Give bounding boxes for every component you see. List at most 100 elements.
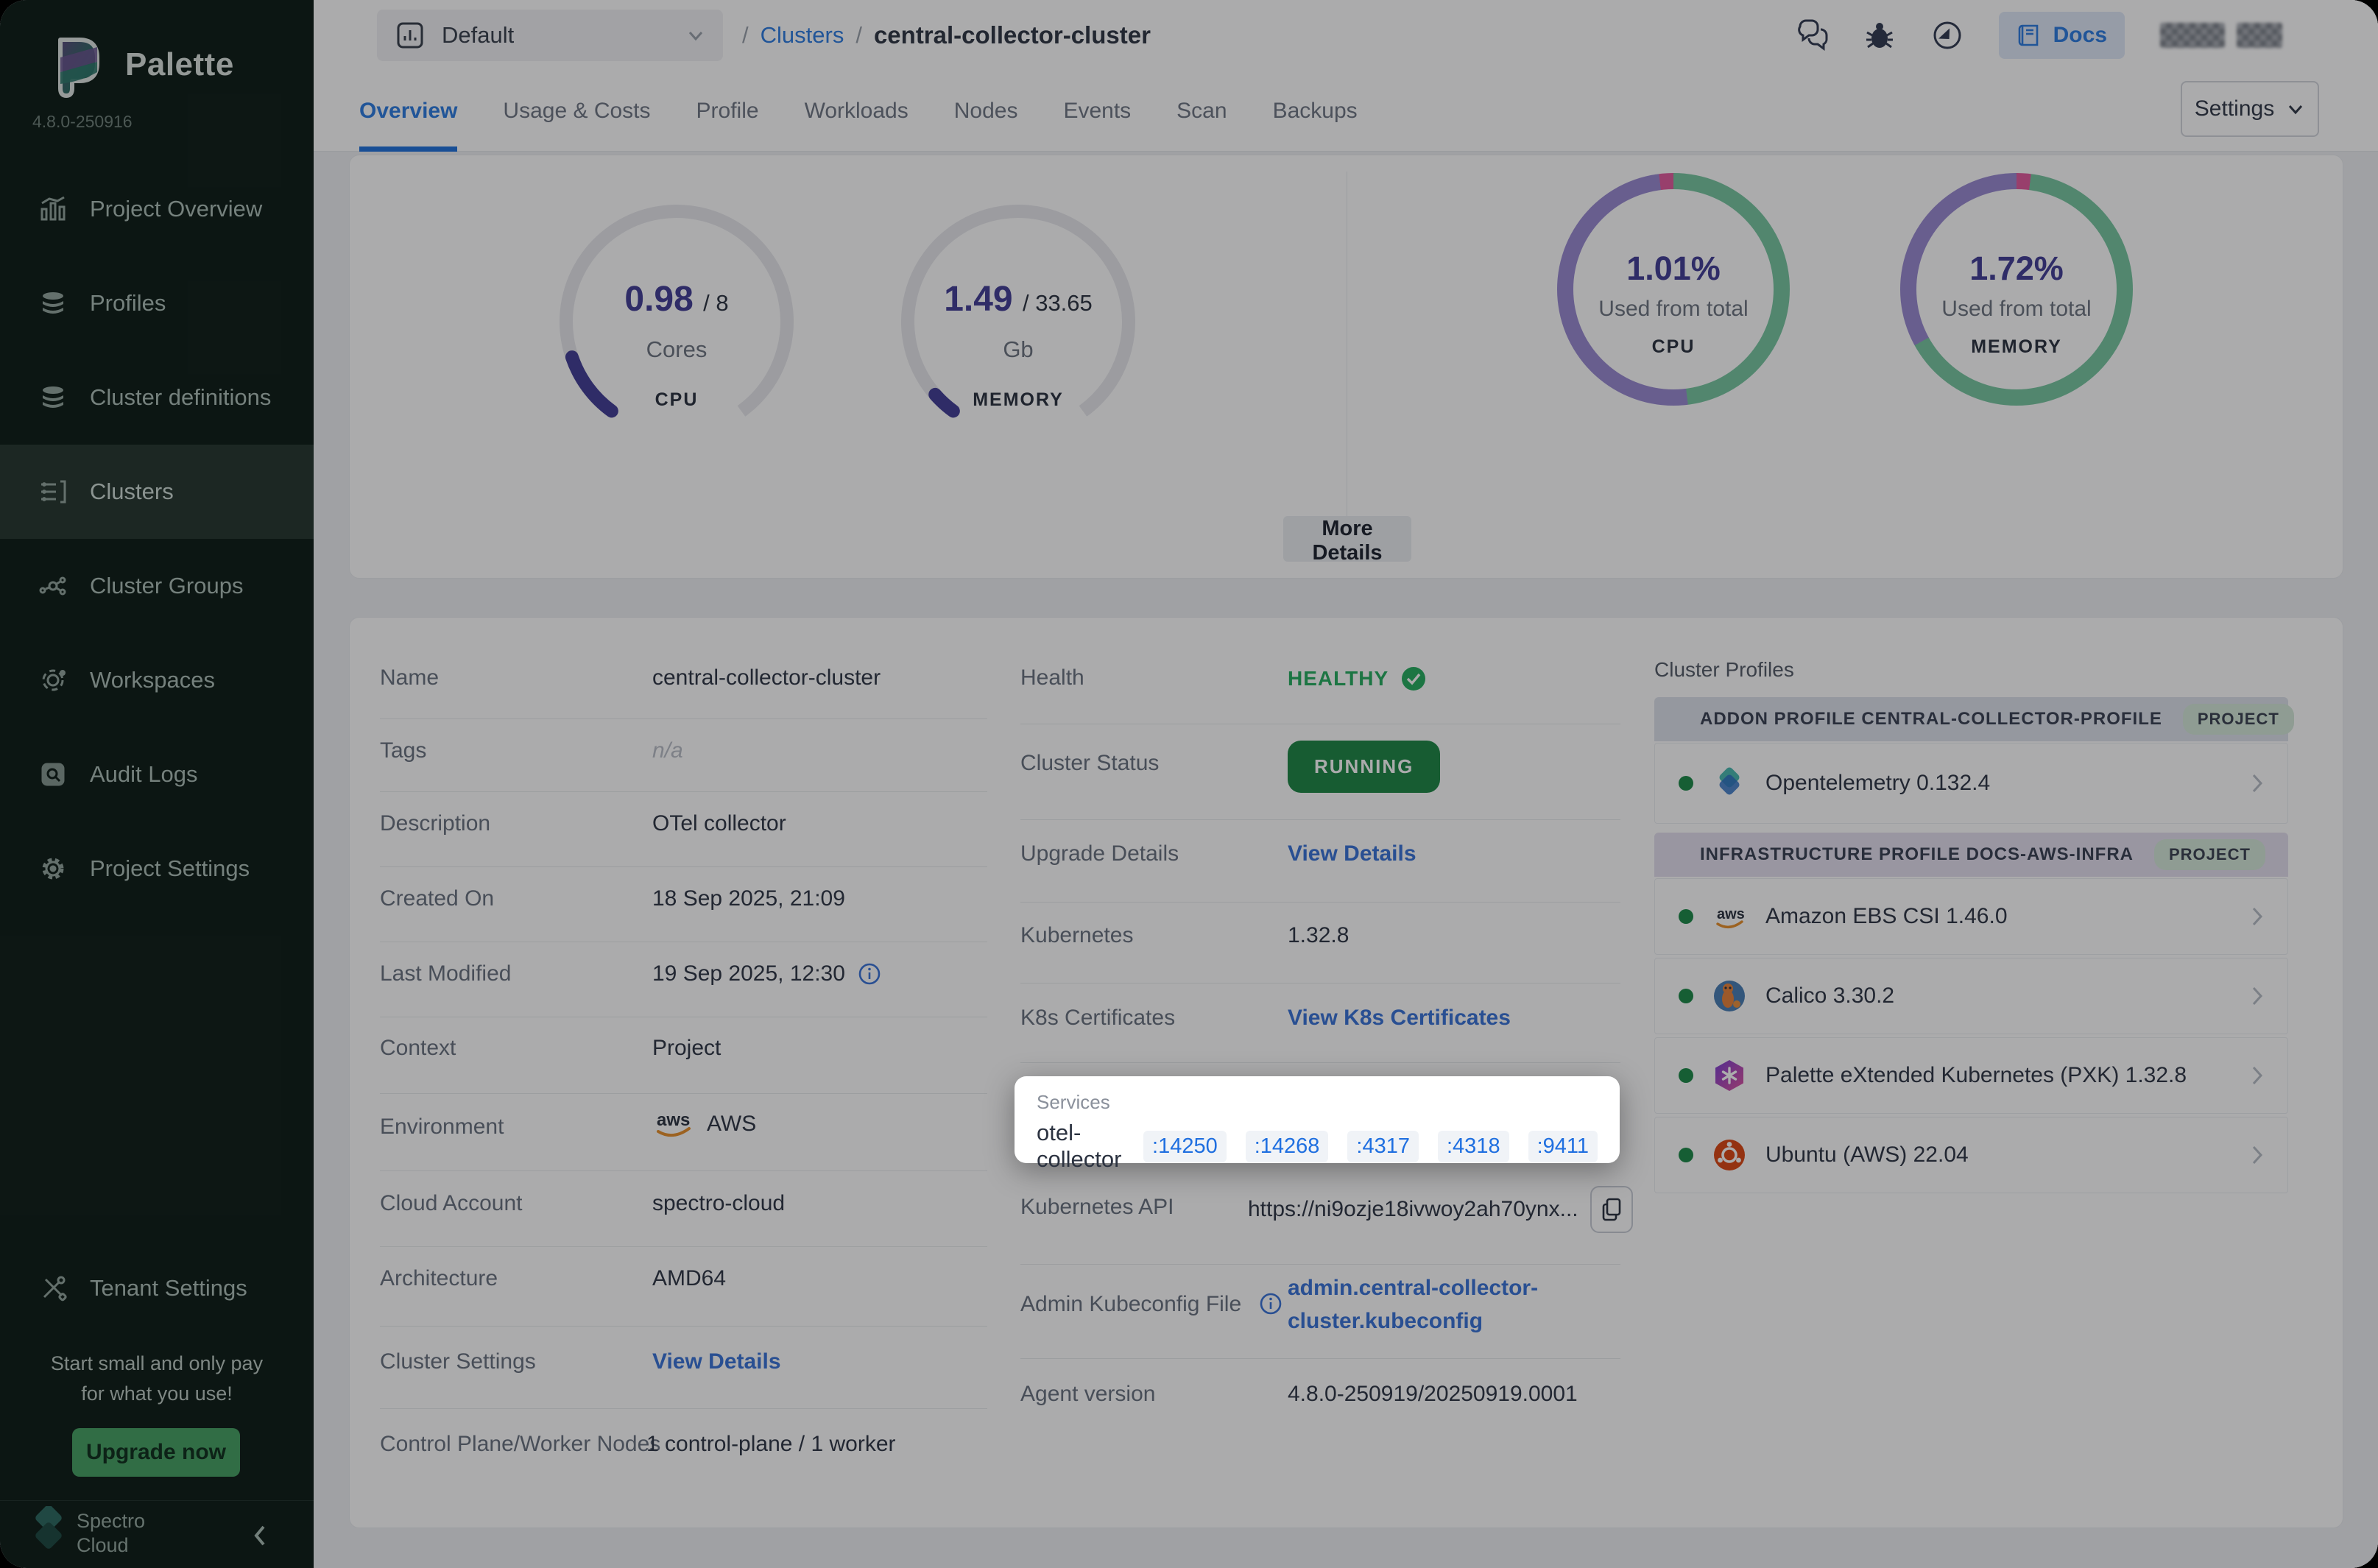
sidebar-item-label: Clusters [90, 478, 174, 505]
infrastructure-profile-header[interactable]: INFRASTRUCTURE PROFILE DOCS-AWS-INFRA PR… [1654, 833, 2288, 877]
cluster-groups-icon [38, 571, 68, 601]
brand-name: Palette [125, 46, 234, 83]
description-value: OTel collector [652, 811, 786, 836]
architecture-label: Architecture [380, 1266, 498, 1291]
sidebar-item-project-overview[interactable]: Project Overview [0, 162, 314, 256]
docs-button[interactable]: Docs [1999, 12, 2125, 59]
memory-unit: Gb [893, 336, 1143, 363]
sidebar-item-workspaces[interactable]: Workspaces [0, 633, 314, 727]
breadcrumb-current: central-collector-cluster [874, 21, 1151, 49]
tab-scan[interactable]: Scan [1176, 71, 1227, 152]
upgrade-view-details-link[interactable]: View Details [1288, 841, 1416, 866]
sidebar-item-cluster-groups[interactable]: Cluster Groups [0, 539, 314, 633]
sidebar-item-tenant-settings[interactable]: Tenant Settings [0, 1241, 314, 1335]
sidebar-item-label: Profiles [90, 290, 166, 317]
sidebar-item-label: Audit Logs [90, 761, 198, 788]
name-value: central-collector-cluster [652, 665, 881, 691]
upgrade-now-button[interactable]: Upgrade now [72, 1428, 240, 1477]
cloud-account-label: Cloud Account [380, 1191, 522, 1216]
bug-report-icon[interactable] [1863, 19, 1896, 52]
main-area: Default / Clusters / central-collector-c… [314, 0, 2378, 1568]
view-k8s-certificates-link[interactable]: View K8s Certificates [1288, 1006, 1511, 1031]
usage-summary-card: 0.98 / 8 Cores CPU 1.49 / 33.65 Gb MEMOR… [349, 155, 2343, 579]
memory-percent: 1.72% [1900, 250, 2133, 288]
environment-value: aws AWS [652, 1108, 756, 1140]
tab-events[interactable]: Events [1063, 71, 1131, 152]
user-name-redacted[interactable] [2160, 23, 2282, 48]
profile-pack-opentelemetry[interactable]: Opentelemetry 0.132.4 [1654, 743, 2288, 824]
chevron-right-icon [2251, 985, 2264, 1007]
sidebar-item-label: Cluster Groups [90, 573, 243, 599]
services-spotlight-box: Services otel-collector :14250 :14268 :4… [1015, 1076, 1620, 1163]
kubernetes-api-label: Kubernetes API [1020, 1195, 1174, 1220]
pack-status-dot [1679, 989, 1693, 1003]
profile-pack-amazon-ebs-csi[interactable]: aws Amazon EBS CSI 1.46.0 [1654, 878, 2288, 955]
more-details-button[interactable]: More Details [1283, 516, 1411, 562]
sidebar-item-project-settings[interactable]: Project Settings [0, 822, 314, 916]
row-divider [380, 791, 987, 792]
tags-label: Tags [380, 738, 426, 763]
profile-pack-calico[interactable]: Calico 3.30.2 [1654, 958, 2288, 1034]
tab-nodes[interactable]: Nodes [954, 71, 1018, 152]
cluster-settings-view-details-link[interactable]: View Details [652, 1349, 781, 1374]
info-icon[interactable] [857, 961, 882, 986]
memory-total-donut: 1.72% Used from total MEMORY [1900, 173, 2133, 406]
settings-button[interactable]: Settings [2181, 81, 2319, 137]
project-selector[interactable]: Default [377, 10, 723, 61]
cpu-total-value: 8 [716, 290, 728, 316]
help-compass-icon[interactable] [1931, 19, 1964, 52]
agent-version-label: Agent version [1020, 1382, 1155, 1407]
name-label: Name [380, 665, 439, 691]
svg-text:aws: aws [1717, 906, 1745, 922]
tab-backups[interactable]: Backups [1273, 71, 1358, 152]
project-badge: PROJECT [2154, 839, 2265, 870]
addon-profile-header[interactable]: ADDON PROFILE CENTRAL-COLLECTOR-PROFILE … [1654, 697, 2288, 741]
cluster-settings-label: Cluster Settings [380, 1349, 536, 1374]
sidebar: Palette 4.8.0-250916 Project Overview Pr… [0, 0, 314, 1568]
service-port-link[interactable]: :9411 [1528, 1131, 1598, 1162]
sidebar-divider [0, 1500, 314, 1501]
cluster-details-card: Name central-collector-cluster Tags n/a … [349, 617, 2343, 1528]
tab-overview[interactable]: Overview [359, 71, 457, 152]
row-divider [380, 718, 987, 719]
service-port-link[interactable]: :4318 [1438, 1131, 1509, 1162]
admin-kubeconfig-link[interactable]: admin.central-collector- cluster.kubecon… [1288, 1271, 1538, 1338]
tab-profile[interactable]: Profile [696, 71, 759, 152]
environment-label: Environment [380, 1115, 504, 1140]
profile-pack-ubuntu[interactable]: Ubuntu (AWS) 22.04 [1654, 1117, 2288, 1193]
pxk-icon [1712, 1059, 1746, 1092]
tab-workloads[interactable]: Workloads [805, 71, 908, 152]
sidebar-item-audit-logs[interactable]: Audit Logs [0, 727, 314, 822]
cluster-definitions-icon [38, 383, 68, 412]
chevron-right-icon [2251, 905, 2264, 928]
sidebar-item-profiles[interactable]: Profiles [0, 256, 314, 350]
memory-usage-gauge: 1.49 / 33.65 Gb MEMORY [893, 197, 1143, 447]
collapse-sidebar-icon[interactable] [247, 1519, 272, 1552]
sidebar-item-label: Project Overview [90, 196, 262, 222]
row-divider [380, 1246, 987, 1247]
sidebar-item-clusters[interactable]: Clusters [0, 445, 314, 539]
description-label: Description [380, 811, 490, 836]
kubernetes-version-value: 1.32.8 [1288, 923, 1349, 948]
breadcrumb-clusters-link[interactable]: Clusters [761, 22, 844, 49]
memory-gauge-label: MEMORY [893, 389, 1143, 411]
gear-icon [38, 854, 68, 883]
app-window: Palette 4.8.0-250916 Project Overview Pr… [0, 0, 2378, 1568]
feedback-chat-icon[interactable] [1796, 19, 1828, 52]
service-port-link[interactable]: :14268 [1246, 1131, 1329, 1162]
copy-api-url-button[interactable] [1590, 1186, 1633, 1233]
health-value: HEALTHY [1288, 665, 1427, 692]
service-port-link[interactable]: :4317 [1347, 1131, 1419, 1162]
sidebar-item-cluster-definitions[interactable]: Cluster definitions [0, 350, 314, 445]
cluster-status-label: Cluster Status [1020, 751, 1159, 776]
book-icon [2017, 22, 2043, 49]
service-port-link[interactable]: :14250 [1143, 1131, 1227, 1162]
profile-pack-pxk[interactable]: Palette eXtended Kubernetes (PXK) 1.32.8 [1654, 1037, 2288, 1114]
tab-usage-costs[interactable]: Usage & Costs [503, 71, 650, 152]
cpu-gauge-label: CPU [551, 389, 802, 411]
info-icon[interactable] [1258, 1291, 1283, 1316]
upgrade-promo-text: Start small and only pay for what you us… [0, 1349, 314, 1409]
top-bar: Default / Clusters / central-collector-c… [314, 0, 2378, 71]
tags-value: n/a [652, 738, 683, 763]
pack-status-dot [1679, 909, 1693, 924]
